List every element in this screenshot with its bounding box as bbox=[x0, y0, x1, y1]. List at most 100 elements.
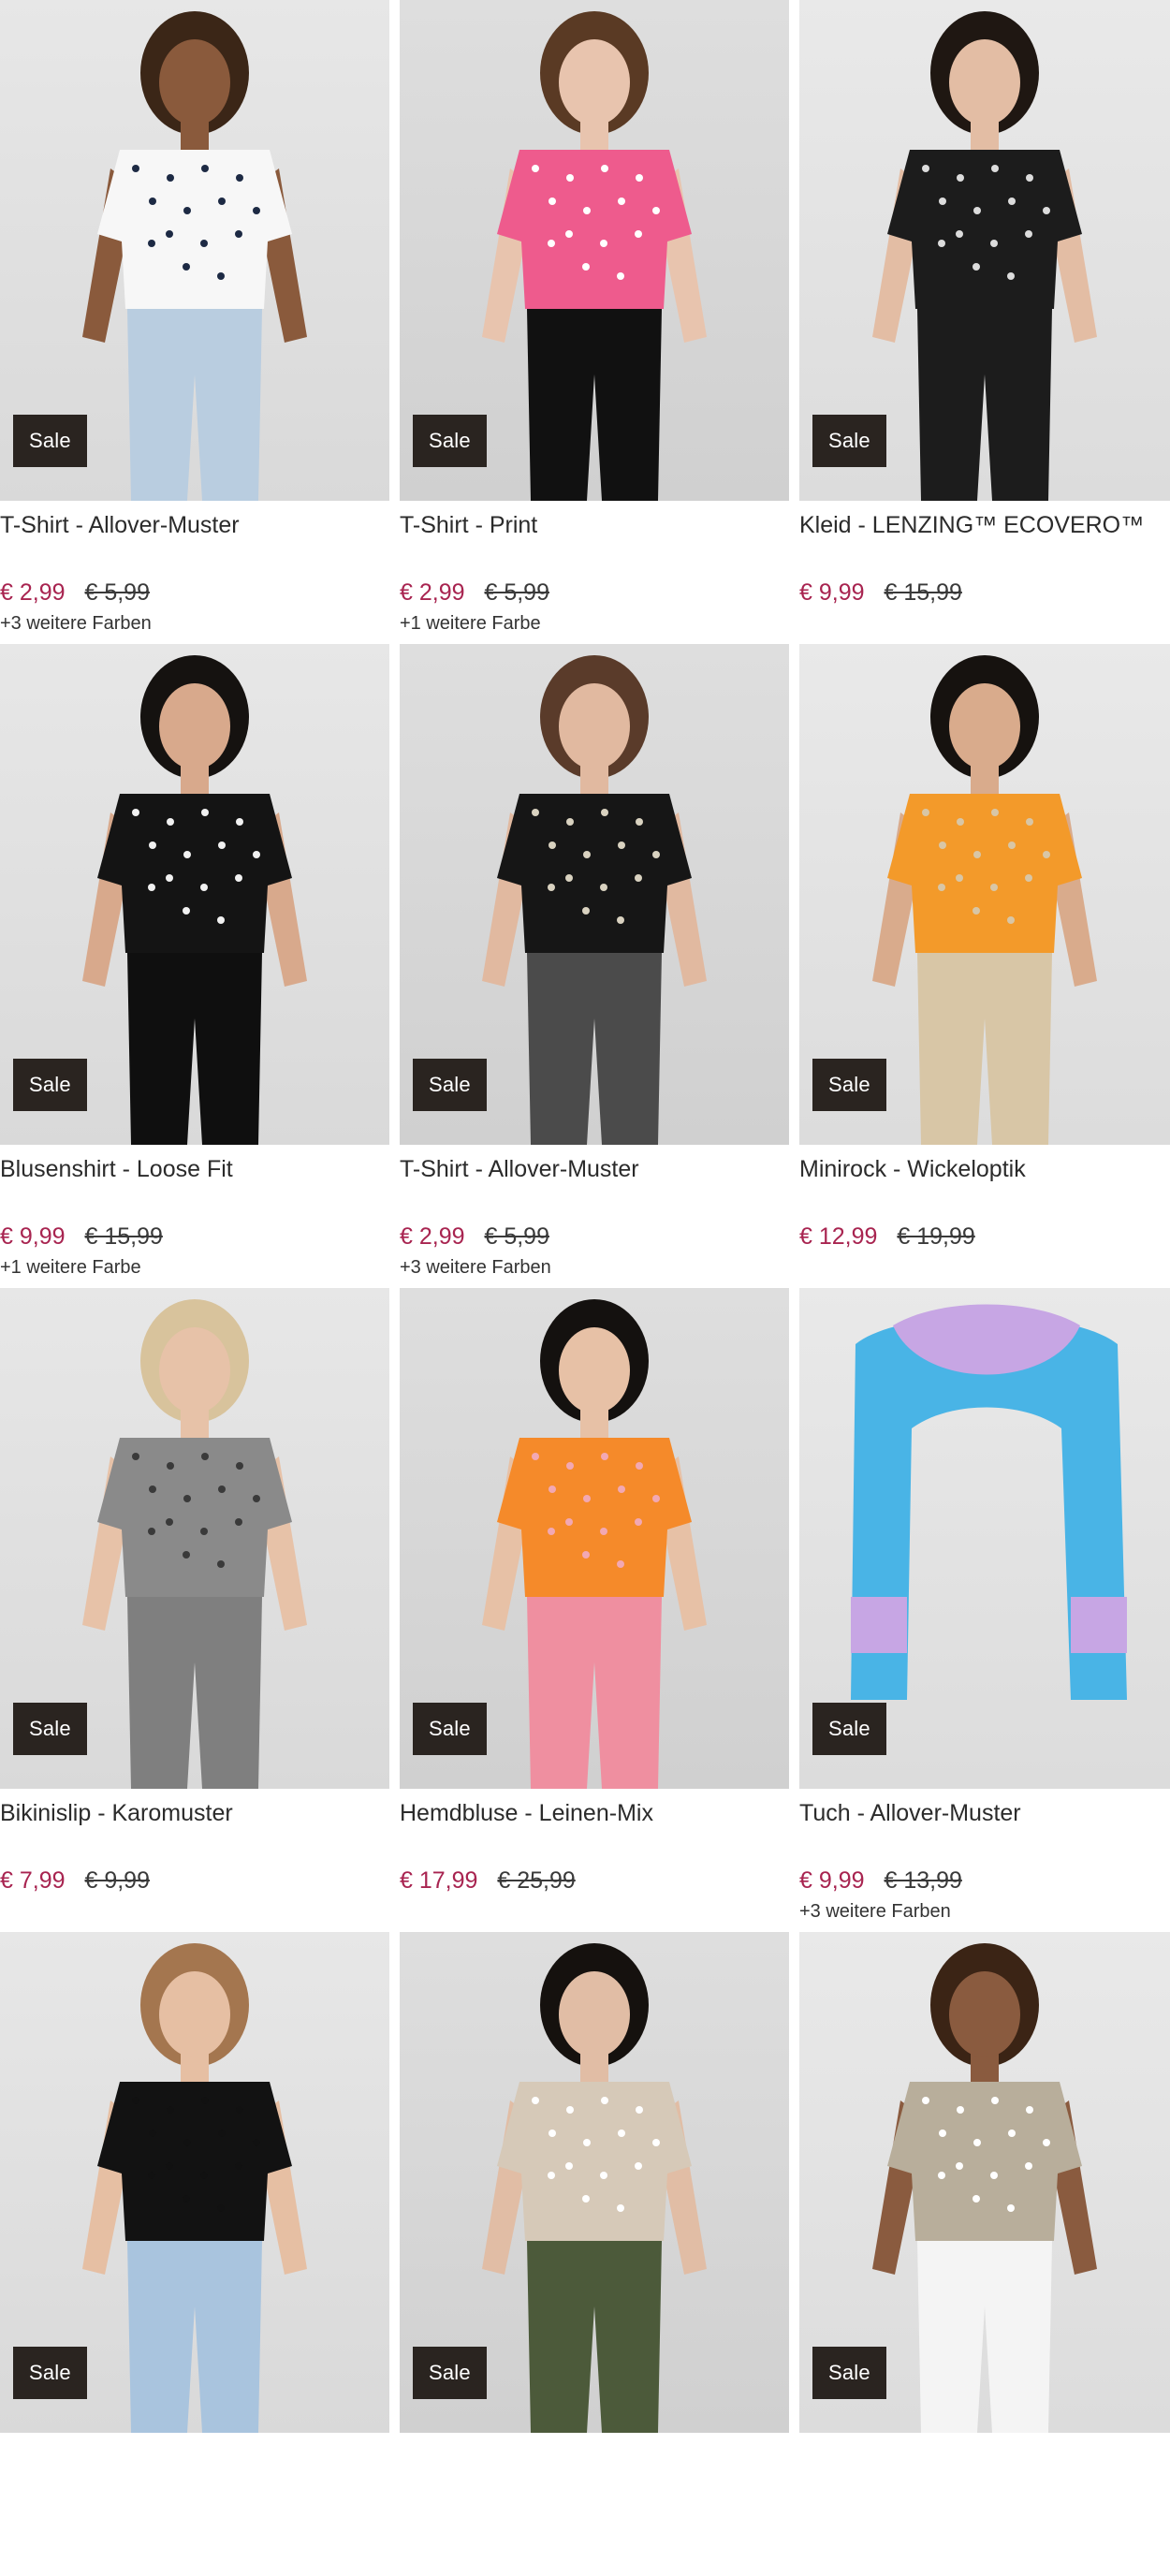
product-card-1[interactable]: Sale T-Shirt - Allover-Muster € 2,99 € 5… bbox=[0, 0, 389, 644]
garment-pattern bbox=[548, 1486, 556, 1493]
price-block bbox=[0, 2481, 389, 2509]
product-link[interactable]: Sale T-Shirt - Print bbox=[400, 0, 789, 540]
garment-pattern bbox=[183, 851, 191, 858]
product-image[interactable]: Sale bbox=[400, 1288, 789, 1789]
price-block: € 9,99 € 13,99 bbox=[799, 1866, 1170, 1895]
product-link[interactable]: Sale Hemdbluse - Leinen-Mix bbox=[400, 1288, 789, 1828]
product-card-5[interactable]: Sale T-Shirt - Allover-Muster € 2,99 € 5… bbox=[400, 644, 789, 1288]
product-image[interactable]: Sale bbox=[0, 1932, 389, 2433]
garment-pattern bbox=[218, 1486, 226, 1493]
garment-bottom bbox=[127, 1597, 262, 1789]
more-colors-link[interactable]: +3 weitere Farben bbox=[0, 612, 389, 635]
product-card-12[interactable]: Sale bbox=[799, 1932, 1170, 2576]
garment-pattern bbox=[1007, 272, 1015, 280]
product-title[interactable]: Minirock - Wickeloptik bbox=[799, 1154, 1170, 1184]
garment-pattern bbox=[132, 809, 139, 816]
product-title[interactable]: T-Shirt - Allover-Muster bbox=[400, 1154, 789, 1184]
more-colors-link[interactable]: +3 weitere Farben bbox=[400, 1256, 789, 1279]
more-colors-link[interactable]: +1 weitere Farbe bbox=[400, 612, 789, 635]
garment-pattern bbox=[973, 2195, 980, 2203]
price-block: € 2,99 € 5,99 bbox=[400, 1222, 789, 1251]
garment-pattern bbox=[132, 165, 139, 172]
price-block bbox=[400, 2481, 789, 2509]
garment-pattern bbox=[148, 1528, 155, 1535]
garment-pattern bbox=[253, 207, 260, 214]
garment-pattern bbox=[236, 1462, 243, 1470]
price-block: € 9,99 € 15,99 bbox=[799, 578, 1170, 607]
product-link[interactable]: Sale Bikinislip - Karomuster bbox=[0, 1288, 389, 1828]
product-image[interactable]: Sale bbox=[799, 1288, 1170, 1789]
product-link[interactable]: Sale bbox=[0, 1932, 389, 2442]
more-colors-link[interactable]: +3 weitere Farben bbox=[799, 1900, 1170, 1923]
garment-pattern bbox=[636, 1462, 643, 1470]
price-block: € 7,99 € 9,99 bbox=[0, 1866, 389, 1895]
product-link[interactable]: Sale Kleid - LENZING™ ECOVERO™ bbox=[799, 0, 1170, 540]
product-title[interactable]: T-Shirt - Allover-Muster bbox=[0, 510, 389, 540]
product-card-2[interactable]: Sale T-Shirt - Print € 2,99 € 5,99 +1 we… bbox=[400, 0, 789, 644]
product-link[interactable]: Sale Minirock - Wickeloptik bbox=[799, 644, 1170, 1184]
product-grid: Sale T-Shirt - Allover-Muster € 2,99 € 5… bbox=[0, 0, 1170, 2576]
garment-pattern bbox=[236, 2106, 243, 2114]
garment-pattern bbox=[600, 1528, 607, 1535]
garment-pattern bbox=[652, 2139, 660, 2146]
product-title[interactable]: Hemdbluse - Leinen-Mix bbox=[400, 1798, 789, 1828]
garment-pattern bbox=[991, 809, 999, 816]
product-card-6[interactable]: Sale Minirock - Wickeloptik € 12,99 € 19… bbox=[799, 644, 1170, 1288]
product-card-11[interactable]: Sale bbox=[400, 1932, 789, 2576]
product-image[interactable]: Sale bbox=[400, 1932, 789, 2433]
garment-pattern bbox=[200, 240, 208, 247]
product-link[interactable]: Sale bbox=[400, 1932, 789, 2442]
product-image[interactable]: Sale bbox=[0, 644, 389, 1145]
garment-pattern bbox=[582, 907, 590, 915]
product-card-7[interactable]: Sale Bikinislip - Karomuster € 7,99 € 9,… bbox=[0, 1288, 389, 1932]
sale-badge: Sale bbox=[13, 2347, 87, 2399]
model-face bbox=[559, 39, 630, 125]
product-card-9[interactable]: Sale Tuch - Allover-Muster € 9,99 € 13,9… bbox=[799, 1288, 1170, 1932]
sale-price: € 9,99 bbox=[799, 1867, 865, 1894]
product-link[interactable]: Sale T-Shirt - Allover-Muster bbox=[400, 644, 789, 1184]
garment-pattern bbox=[957, 818, 964, 826]
model-face bbox=[559, 683, 630, 769]
sale-badge: Sale bbox=[812, 1703, 886, 1755]
product-title[interactable]: Kleid - LENZING™ ECOVERO™ bbox=[799, 510, 1170, 540]
product-image[interactable]: Sale bbox=[799, 1932, 1170, 2433]
sale-price: € 12,99 bbox=[799, 1223, 878, 1250]
product-image[interactable]: Sale bbox=[400, 644, 789, 1145]
more-colors-link[interactable]: +1 weitere Farbe bbox=[0, 1256, 389, 1279]
product-card-8[interactable]: Sale Hemdbluse - Leinen-Mix € 17,99 € 25… bbox=[400, 1288, 789, 1932]
product-card-10[interactable]: Sale bbox=[0, 1932, 389, 2576]
garment-pattern bbox=[167, 818, 174, 826]
model-face bbox=[159, 1971, 230, 2057]
product-title[interactable]: Bikinislip - Karomuster bbox=[0, 1798, 389, 1828]
price-block: € 9,99 € 15,99 bbox=[0, 1222, 389, 1251]
product-card-4[interactable]: Sale Blusenshirt - Loose Fit € 9,99 € 15… bbox=[0, 644, 389, 1288]
product-title[interactable]: T-Shirt - Print bbox=[400, 510, 789, 540]
product-title[interactable]: Tuch - Allover-Muster bbox=[799, 1798, 1170, 1828]
garment-pattern bbox=[149, 1486, 156, 1493]
garment-pattern bbox=[617, 2204, 624, 2212]
product-link[interactable]: Sale Blusenshirt - Loose Fit bbox=[0, 644, 389, 1184]
product-image[interactable]: Sale bbox=[0, 0, 389, 501]
product-image[interactable]: Sale bbox=[400, 0, 789, 501]
product-link[interactable]: Sale Tuch - Allover-Muster bbox=[799, 1288, 1170, 1828]
garment-pattern bbox=[183, 1551, 190, 1559]
garment-pattern bbox=[1007, 916, 1015, 924]
garment-pattern bbox=[600, 2172, 607, 2179]
garment-pattern bbox=[167, 1462, 174, 1470]
product-image[interactable]: Sale bbox=[0, 1288, 389, 1789]
product-image[interactable]: Sale bbox=[799, 0, 1170, 501]
product-image[interactable]: Sale bbox=[799, 644, 1170, 1145]
garment-top bbox=[97, 150, 292, 309]
garment-pattern bbox=[583, 1495, 591, 1502]
product-link[interactable]: Sale T-Shirt - Allover-Muster bbox=[0, 0, 389, 540]
sale-price: € 9,99 bbox=[0, 1223, 66, 1250]
garment-pattern bbox=[939, 842, 946, 849]
product-link[interactable]: Sale bbox=[799, 1932, 1170, 2442]
garment-pattern bbox=[938, 240, 945, 247]
garment-pattern bbox=[956, 230, 963, 238]
garment-pattern bbox=[236, 174, 243, 182]
product-card-3[interactable]: Sale Kleid - LENZING™ ECOVERO™ € 9,99 € … bbox=[799, 0, 1170, 644]
sale-badge: Sale bbox=[13, 1059, 87, 1111]
product-title[interactable]: Blusenshirt - Loose Fit bbox=[0, 1154, 389, 1184]
model-face bbox=[159, 1327, 230, 1413]
